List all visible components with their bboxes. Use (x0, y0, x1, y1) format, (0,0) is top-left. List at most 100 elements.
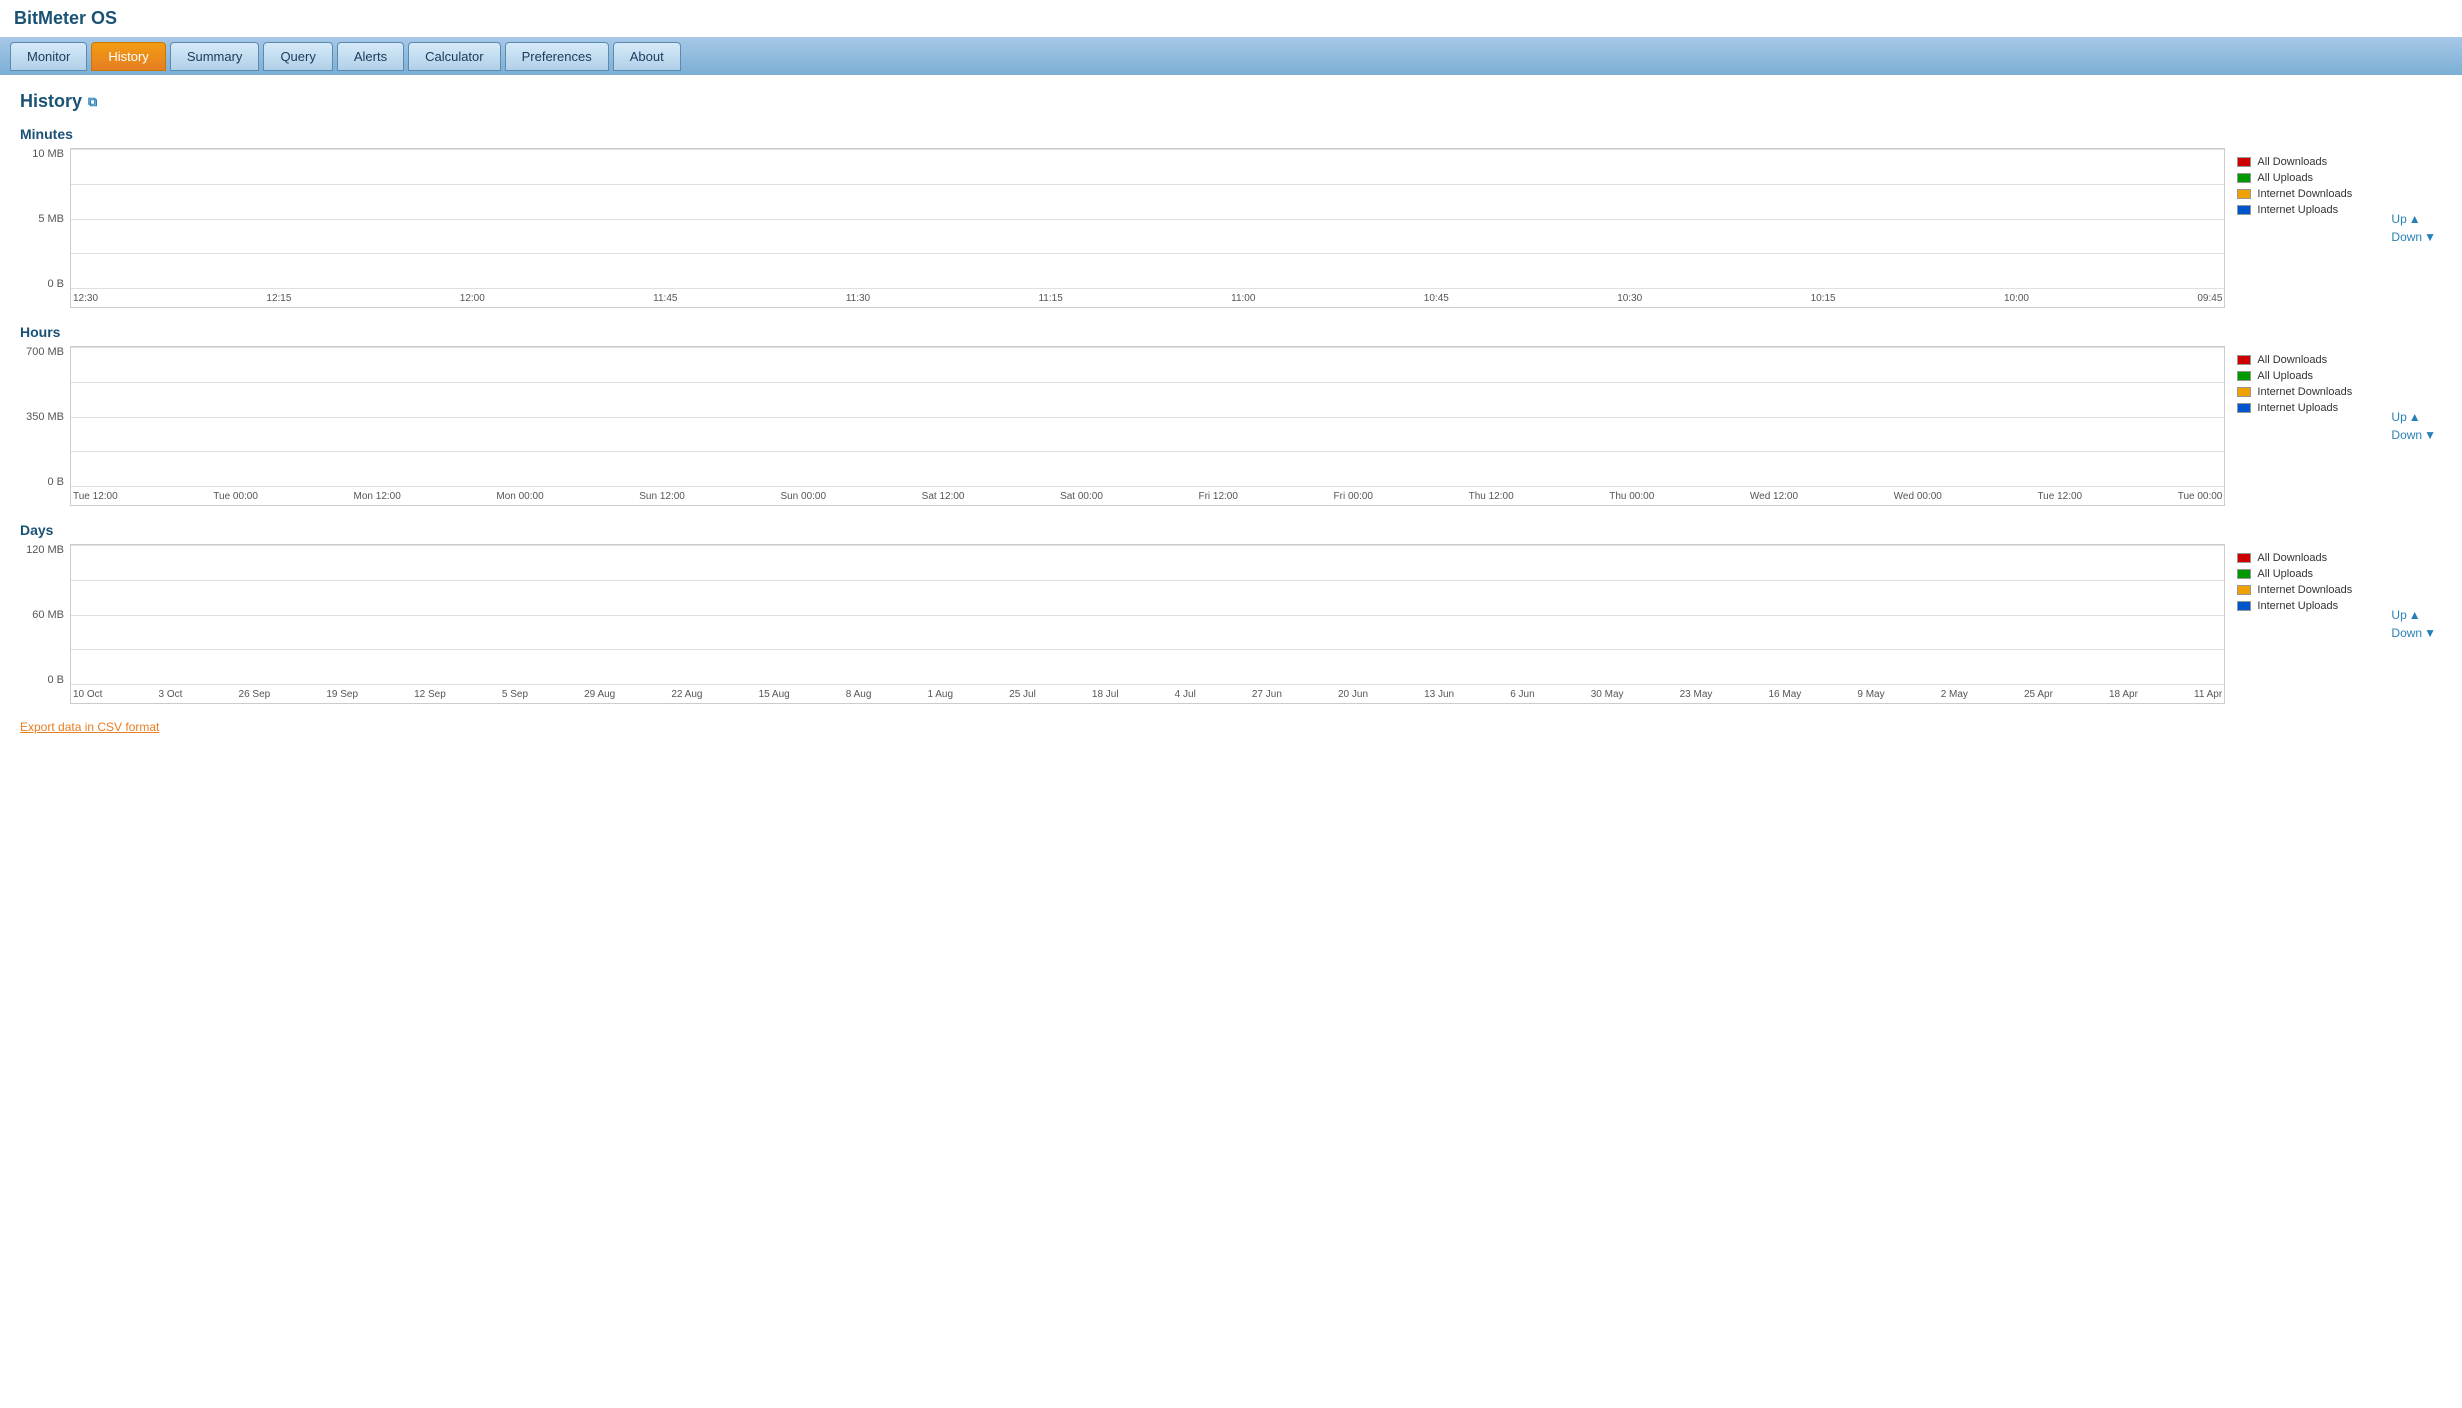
hours-controls: Up ▲ Down ▼ (2385, 346, 2442, 506)
x-label: 8 Aug (846, 689, 872, 700)
hours-down-btn[interactable]: Down ▼ (2391, 428, 2436, 442)
days-chart-container: 120 MB60 MB0 B 10 Oct3 Oct26 Sep19 Sep12… (20, 544, 2442, 704)
y-label: 0 B (20, 674, 64, 686)
x-label: 3 Oct (159, 689, 183, 700)
x-label: 18 Jul (1092, 689, 1119, 700)
y-label: 120 MB (20, 544, 64, 556)
x-label: 26 Sep (239, 689, 271, 700)
x-label: Sat 12:00 (922, 491, 965, 502)
days-title: Days (20, 522, 2442, 538)
minutes-legend: All DownloadsAll UploadsInternet Downloa… (2225, 148, 2385, 308)
days-bars (71, 545, 2224, 685)
x-label: Tue 12:00 (73, 491, 118, 502)
nav-tab-alerts[interactable]: Alerts (337, 42, 404, 71)
hours-bars (71, 347, 2224, 487)
legend-label: All Downloads (2257, 354, 2327, 366)
x-label: Mon 00:00 (496, 491, 543, 502)
days-up-btn[interactable]: Up ▲ (2391, 608, 2420, 622)
legend-item: Internet Downloads (2237, 386, 2373, 398)
x-label: 6 Jun (1510, 689, 1534, 700)
x-label: 5 Sep (502, 689, 528, 700)
x-label: 13 Jun (1424, 689, 1454, 700)
days-chart-area: 10 Oct3 Oct26 Sep19 Sep12 Sep5 Sep29 Aug… (70, 544, 2225, 704)
page-content: History ⧉ Minutes 10 MB 5 MB 0 B 12:30 12:1… (0, 75, 2462, 750)
x-label: 11:30 (846, 293, 870, 304)
legend-label: All Uploads (2257, 568, 2313, 580)
legend-item: All Downloads (2237, 552, 2373, 564)
legend-item: Internet Uploads (2237, 204, 2373, 216)
x-label: Wed 00:00 (1894, 491, 1942, 502)
x-label: Tue 00:00 (2178, 491, 2223, 502)
x-label: 10:45 (1424, 293, 1449, 304)
x-label: 12 Sep (414, 689, 446, 700)
legend-label: Internet Uploads (2257, 600, 2338, 612)
minutes-bars (71, 149, 2224, 289)
x-label: 12:30 (73, 293, 98, 304)
legend-color-box (2237, 601, 2251, 611)
legend-color-box (2237, 189, 2251, 199)
export-csv-link[interactable]: Export data in CSV format (20, 720, 2442, 734)
legend-color-box (2237, 585, 2251, 595)
legend-label: Internet Downloads (2257, 584, 2352, 596)
up-label: Up (2391, 212, 2406, 226)
page-title: History ⧉ (20, 91, 2442, 112)
nav-tab-calculator[interactable]: Calculator (408, 42, 501, 71)
title-link-icon[interactable]: ⧉ (88, 94, 97, 110)
legend-item: All Uploads (2237, 568, 2373, 580)
x-label: 23 May (1680, 689, 1713, 700)
minutes-up-btn[interactable]: Up ▲ (2391, 212, 2420, 226)
hours-title: Hours (20, 324, 2442, 340)
x-label: Wed 12:00 (1750, 491, 1798, 502)
nav-tab-preferences[interactable]: Preferences (505, 42, 609, 71)
nav-tab-monitor[interactable]: Monitor (10, 42, 87, 71)
y-label: 10 MB (20, 148, 64, 160)
hours-chart-wrapper: Hours 700 MB350 MB0 B Tue 12:00 Tue 00:00… (20, 324, 2442, 506)
legend-label: All Uploads (2257, 370, 2313, 382)
days-down-btn[interactable]: Down ▼ (2391, 626, 2436, 640)
x-label: 10 Oct (73, 689, 102, 700)
x-label: 09:45 (2197, 293, 2222, 304)
x-label: Sun 12:00 (639, 491, 685, 502)
y-label: 0 B (20, 476, 64, 488)
down-label: Down (2391, 230, 2422, 244)
minutes-chart-wrapper: Minutes 10 MB5 MB0 B 12:3012:1512:0011:4… (20, 126, 2442, 308)
x-label: 10:30 (1617, 293, 1642, 304)
minutes-chart-area: 12:3012:1512:0011:4511:3011:1511:0010:45… (70, 148, 2225, 308)
hours-up-btn[interactable]: Up ▲ (2391, 410, 2420, 424)
minutes-down-btn[interactable]: Down ▼ (2391, 230, 2436, 244)
nav-tab-summary[interactable]: Summary (170, 42, 260, 71)
nav-tab-about[interactable]: About (613, 42, 681, 71)
minutes-title: Minutes (20, 126, 2442, 142)
minutes-y-labels: 10 MB5 MB0 B (20, 148, 70, 308)
x-label: 12:15 (266, 293, 291, 304)
legend-label: All Downloads (2257, 552, 2327, 564)
y-label: 5 MB (20, 213, 64, 225)
nav-tab-query[interactable]: Query (263, 42, 332, 71)
days-legend: All Downloads All Uploads Internet Downloa… (2225, 544, 2385, 704)
legend-color-box (2237, 205, 2251, 215)
x-label: 9 May (1857, 689, 1884, 700)
y-label: 60 MB (20, 609, 64, 621)
x-label: Sat 00:00 (1060, 491, 1103, 502)
nav-bar: MonitorHistorySummaryQueryAlertsCalculat… (0, 37, 2462, 75)
hours-legend: All Downloads All Uploads Internet Downloa… (2225, 346, 2385, 506)
legend-item: All Uploads (2237, 370, 2373, 382)
x-label: 15 Aug (759, 689, 790, 700)
days-controls: Up ▲ Down ▼ (2385, 544, 2442, 704)
app-title: BitMeter OS (0, 0, 2462, 37)
legend-item: Internet Uploads (2237, 600, 2373, 612)
x-label: 4 Jul (1175, 689, 1196, 700)
legend-color-box (2237, 173, 2251, 183)
legend-color-box (2237, 387, 2251, 397)
minutes-controls: Up ▲ Down ▼ (2385, 148, 2442, 308)
x-label: 10:00 (2004, 293, 2029, 304)
x-label: 11:45 (653, 293, 677, 304)
x-label: 25 Apr (2024, 689, 2053, 700)
hours-chart-area: Tue 12:00Tue 00:00Mon 12:00Mon 00:00Sun … (70, 346, 2225, 506)
legend-item: Internet Uploads (2237, 402, 2373, 414)
legend-item: All Uploads (2237, 172, 2373, 184)
x-label: Fri 12:00 (1198, 491, 1237, 502)
hours-y-labels: 700 MB350 MB0 B (20, 346, 70, 506)
x-label: 18 Apr (2109, 689, 2138, 700)
nav-tab-history[interactable]: History (91, 42, 165, 71)
